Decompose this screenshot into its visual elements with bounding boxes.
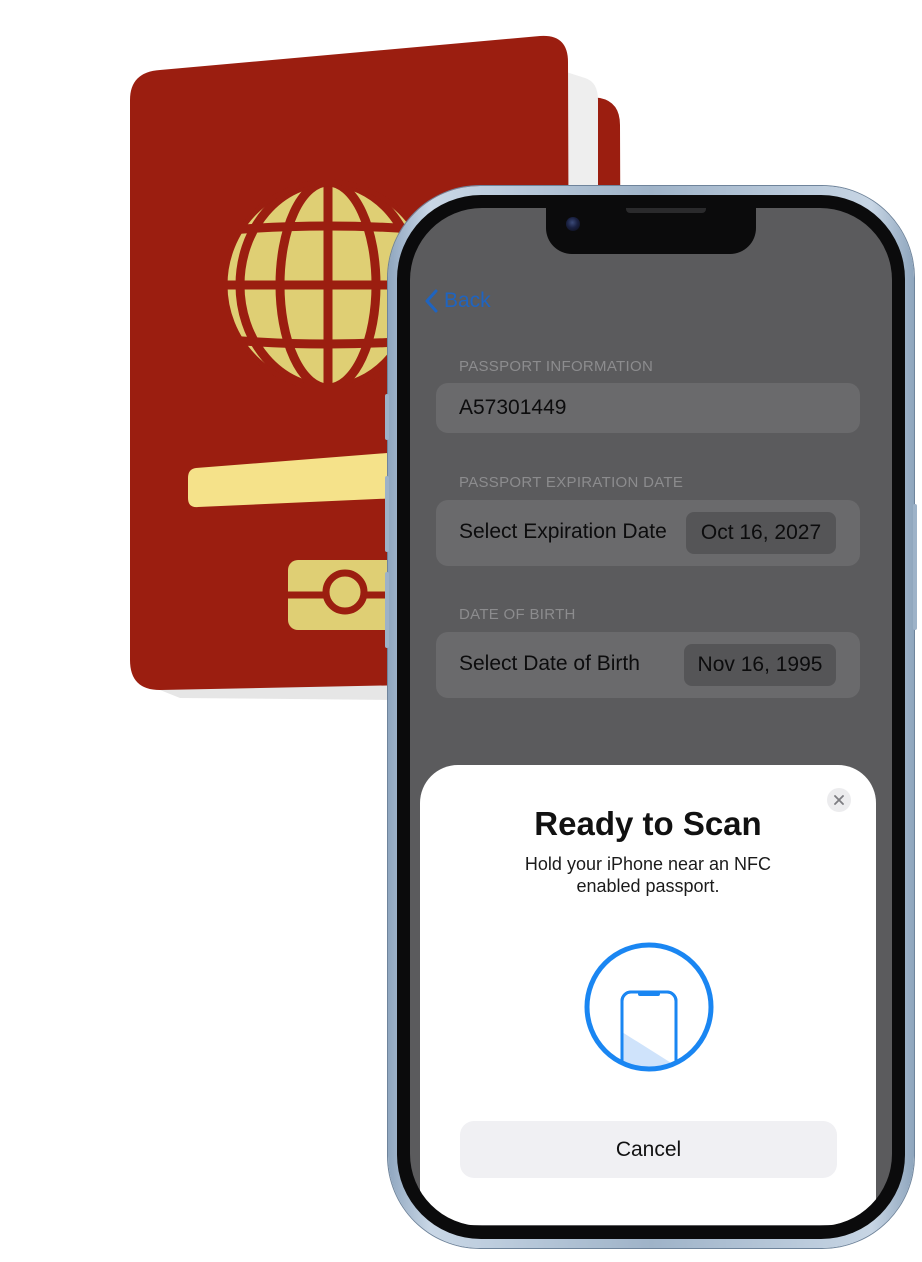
power-button xyxy=(913,504,917,630)
expiration-date-picker[interactable]: Oct 16, 2027 xyxy=(686,512,836,554)
notch xyxy=(546,208,756,254)
volume-up-button xyxy=(385,476,389,552)
phone-scan-icon xyxy=(584,942,714,1072)
date-of-birth-row: Select Date of Birth Nov 16, 1995 xyxy=(436,632,860,698)
expiration-date-header: PASSPORT EXPIRATION DATE xyxy=(459,474,684,491)
date-of-birth-header: DATE OF BIRTH xyxy=(459,606,576,623)
passport-number-field[interactable]: A57301449 xyxy=(436,383,860,433)
close-icon xyxy=(834,795,844,805)
earpiece xyxy=(626,208,706,213)
expiration-date-label: Select Expiration Date xyxy=(459,520,667,543)
scan-title: Ready to Scan xyxy=(534,805,762,842)
date-of-birth-picker[interactable]: Nov 16, 1995 xyxy=(684,644,836,686)
chip-icon xyxy=(288,560,400,630)
volume-down-button xyxy=(385,572,389,648)
back-label: Back xyxy=(444,289,491,312)
scan-message: Hold your iPhone near an NFC enabled pas… xyxy=(524,854,772,896)
expiration-date-row: Select Expiration Date Oct 16, 2027 xyxy=(436,500,860,566)
cancel-button[interactable]: Cancel xyxy=(460,1121,837,1178)
chevron-left-icon xyxy=(425,289,438,313)
date-of-birth-label: Select Date of Birth xyxy=(459,652,640,675)
phone-screen: Back PASSPORT INFORMATION A57301449 PASS… xyxy=(410,208,892,1226)
passport-number-value: A57301449 xyxy=(459,396,567,419)
back-button[interactable]: Back xyxy=(424,287,491,315)
action-button xyxy=(385,394,389,440)
iphone-frame: Back PASSPORT INFORMATION A57301449 PASS… xyxy=(385,186,917,1248)
passport-information-header: PASSPORT INFORMATION xyxy=(459,358,654,375)
camera-icon xyxy=(566,217,580,231)
nfc-scan-sheet: Ready to Scan Hold your iPhone near an N… xyxy=(420,765,876,1225)
